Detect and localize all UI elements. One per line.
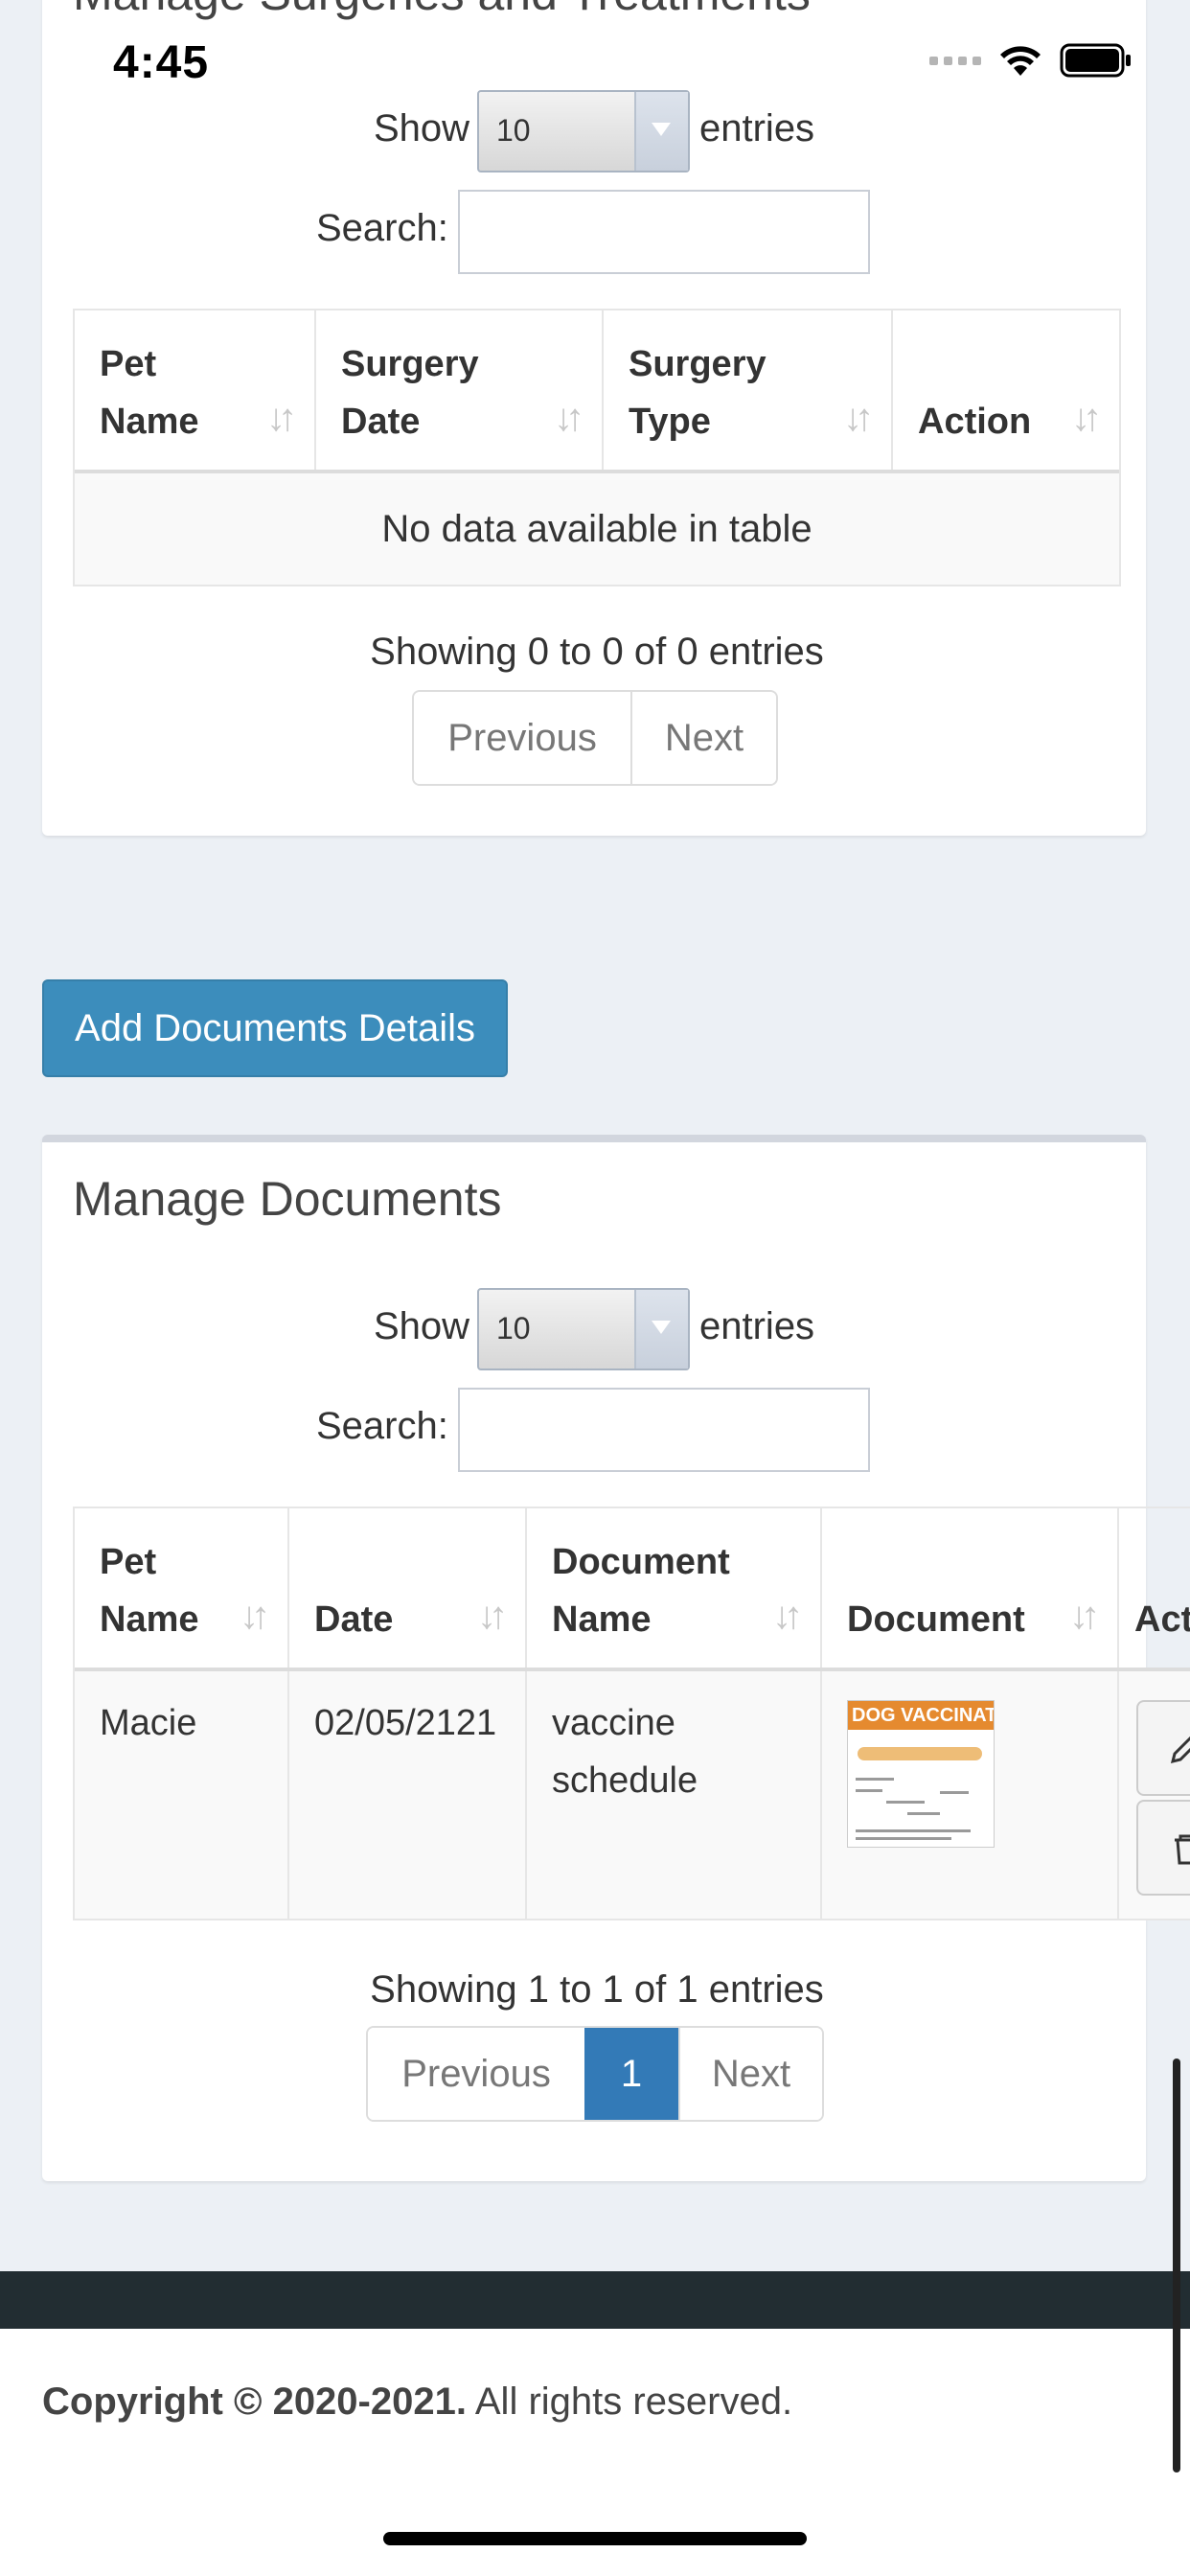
- surgeries-search-input[interactable]: [458, 190, 870, 274]
- chevron-down-icon: [634, 1290, 688, 1368]
- documents-page-size-select[interactable]: 10: [477, 1288, 690, 1370]
- documents-col-document[interactable]: Document ↓↑: [822, 1508, 1119, 1671]
- sort-icon: ↓↑: [266, 397, 297, 439]
- documents-page-size-value: 10: [496, 1311, 531, 1346]
- surgeries-next-button[interactable]: Next: [630, 692, 776, 784]
- cell-document-name: vaccine schedule: [527, 1671, 822, 1919]
- cell-actions: [1119, 1671, 1190, 1919]
- copyright-text: Copyright © 2020-2021. All rights reserv…: [42, 2380, 792, 2424]
- surgeries-page-size-value: 10: [496, 113, 531, 148]
- surgeries-entries-label: entries: [699, 107, 815, 150]
- documents-search-input[interactable]: [458, 1388, 870, 1472]
- cell-document: DOG VACCINATION CHART: [822, 1671, 1119, 1919]
- documents-col-pet-name[interactable]: Pet Name ↓↑: [75, 1508, 289, 1671]
- documents-show-label: Show: [374, 1305, 470, 1347]
- sort-icon: ↓↑: [1069, 1595, 1100, 1637]
- trash-icon: [1175, 1834, 1190, 1865]
- edit-button[interactable]: [1136, 1700, 1190, 1796]
- chevron-down-icon: [634, 92, 688, 171]
- table-row: Macie 02/05/2121 vaccine schedule DOG VA…: [75, 1671, 1190, 1919]
- wifi-icon: [1000, 46, 1041, 76]
- surgeries-col-surgery-date[interactable]: Surgery Date ↓↑: [316, 310, 604, 473]
- status-time: 4:45: [113, 37, 210, 88]
- cellular-signal-icon: [929, 56, 981, 65]
- documents-title: Manage Documents: [73, 1172, 502, 1226]
- documents-col-date[interactable]: Date ↓↑: [289, 1508, 527, 1671]
- cell-date: 02/05/2121: [289, 1671, 527, 1919]
- sort-icon: ↓↑: [477, 1595, 508, 1637]
- surgeries-show-label: Show: [374, 107, 470, 150]
- sort-icon: ↓↑: [1071, 397, 1102, 439]
- documents-prev-button[interactable]: Previous: [368, 2028, 584, 2120]
- documents-entries-label: entries: [699, 1305, 815, 1347]
- copyright-bold: Copyright © 2020-2021.: [42, 2380, 467, 2423]
- sort-icon: ↓↑: [843, 397, 874, 439]
- pencil-icon: [1170, 1736, 1190, 1764]
- surgeries-search-label: Search:: [316, 207, 448, 249]
- surgeries-page-size-select[interactable]: 10: [477, 90, 690, 172]
- surgeries-title: Manage Surgeries and Treatments: [73, 0, 811, 21]
- documents-next-button[interactable]: Next: [678, 2028, 822, 2120]
- delete-button[interactable]: [1136, 1800, 1190, 1896]
- documents-info: Showing 1 to 1 of 1 entries: [370, 1968, 824, 2011]
- documents-search-label: Search:: [316, 1405, 448, 1447]
- add-documents-button[interactable]: Add Documents Details: [42, 979, 508, 1077]
- surgeries-col-surgery-type[interactable]: Surgery Type ↓↑: [604, 310, 893, 473]
- document-thumbnail[interactable]: DOG VACCINATION CHART: [847, 1700, 995, 1848]
- footer-dark-strip: [0, 2271, 1190, 2329]
- battery-icon: [1060, 43, 1131, 78]
- status-icons: [929, 42, 1133, 79]
- surgeries-prev-button[interactable]: Previous: [414, 692, 630, 784]
- documents-pagination: Previous 1 Next: [366, 2026, 824, 2122]
- copyright-rest: All rights reserved.: [466, 2380, 793, 2423]
- scrollbar[interactable]: [1173, 2058, 1180, 2472]
- cell-pet-name: Macie: [75, 1671, 289, 1919]
- empty-message: No data available in table: [381, 508, 812, 550]
- surgeries-info: Showing 0 to 0 of 0 entries: [370, 631, 824, 673]
- thumbnail-title: DOG VACCINATION CHART: [848, 1701, 994, 1730]
- documents-table: Pet Name ↓↑ Date ↓↑ Document Name ↓↑ Doc…: [73, 1506, 1190, 1920]
- surgeries-col-action[interactable]: Action ↓↑: [893, 310, 1119, 473]
- home-indicator[interactable]: [383, 2532, 807, 2545]
- surgeries-table: Pet Name ↓↑ Surgery Date ↓↑ Surgery Type…: [73, 309, 1121, 586]
- sort-icon: ↓↑: [240, 1595, 270, 1637]
- documents-col-action[interactable]: Act: [1119, 1508, 1190, 1671]
- surgeries-col-pet-name[interactable]: Pet Name ↓↑: [75, 310, 316, 473]
- documents-page-1-button[interactable]: 1: [584, 2028, 678, 2120]
- sort-icon: ↓↑: [772, 1595, 803, 1637]
- surgeries-pagination: Previous Next: [412, 690, 778, 786]
- sort-icon: ↓↑: [554, 397, 584, 439]
- documents-col-document-name[interactable]: Document Name ↓↑: [527, 1508, 822, 1671]
- surgeries-empty-row: No data available in table: [75, 473, 1119, 585]
